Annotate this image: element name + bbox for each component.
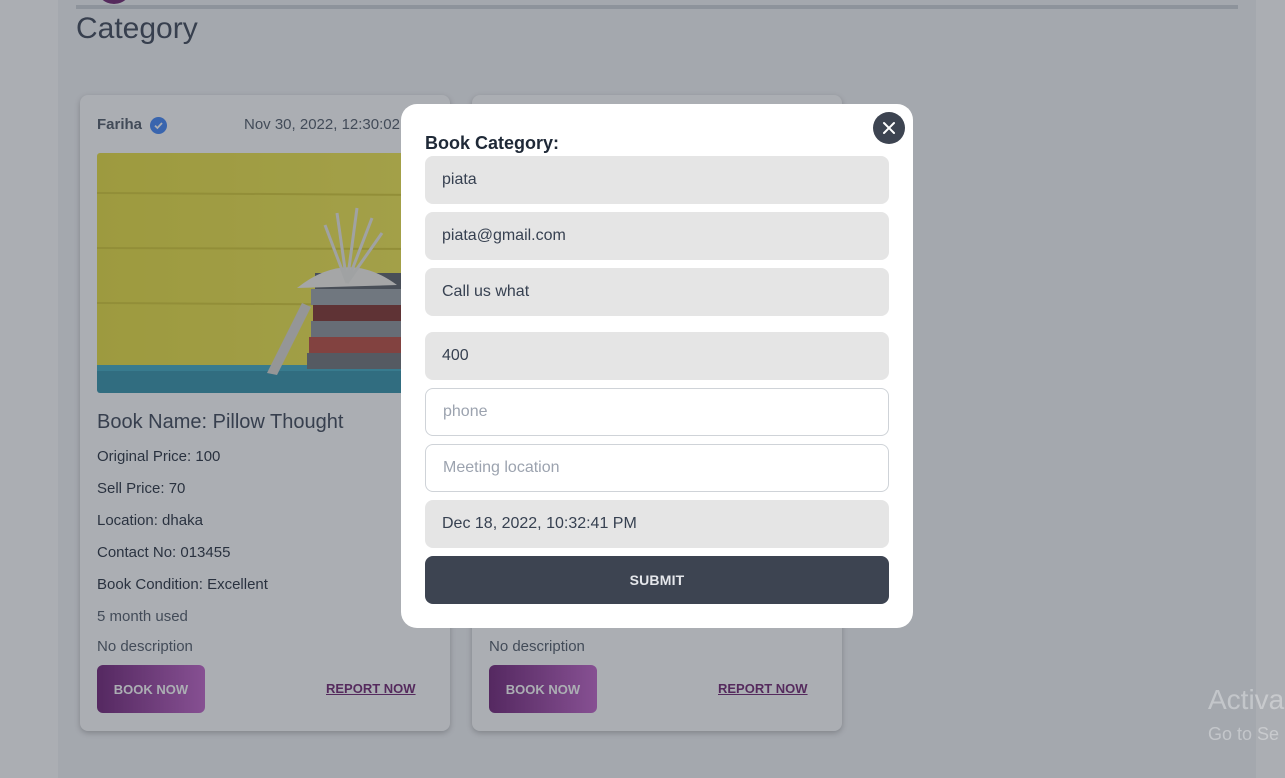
close-button[interactable] [873,112,905,144]
submit-button[interactable]: SUBMIT [425,556,889,604]
meeting-location-input[interactable]: Meeting location [425,444,889,492]
date-field[interactable]: Dec 18, 2022, 10:32:41 PM [425,500,889,548]
modal-title: Book Category: [425,133,560,153]
booking-modal: Book Category: piata piata@gmail.com Cal… [401,104,913,628]
email-field[interactable]: piata@gmail.com [425,212,889,260]
phone-input[interactable]: phone [425,388,889,436]
book-title-field[interactable]: Call us what [425,268,889,316]
windows-activation-watermark: Activa [1208,684,1285,715]
close-icon [883,122,895,134]
name-field[interactable]: piata [425,156,889,204]
windows-activation-hint: Go to Se [1208,724,1280,744]
price-field[interactable]: 400 [425,332,889,380]
